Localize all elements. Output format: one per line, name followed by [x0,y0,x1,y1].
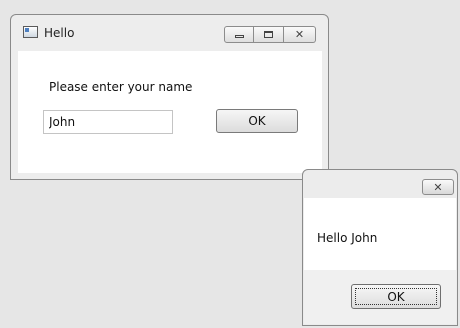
main-window-client-area: Please enter your name OK [18,51,322,173]
maximize-button[interactable] [254,26,284,43]
close-button[interactable]: ✕ [284,26,316,43]
main-window: Hello ✕ Please enter your name OK [10,14,329,180]
app-window-icon [23,26,38,38]
minimize-icon [235,35,244,38]
message-box-footer: OK [304,270,456,324]
close-icon: ✕ [294,28,305,41]
ok-button[interactable]: OK [216,109,298,133]
minimize-button[interactable] [224,26,254,43]
maximize-icon [264,31,273,38]
main-window-titlebar[interactable]: Hello ✕ [11,15,328,45]
message-box-window: ✕ Hello John OK [302,169,458,326]
main-window-title: Hello [44,26,75,40]
message-box-close-button[interactable]: ✕ [422,179,454,195]
name-prompt-label: Please enter your name [49,80,193,94]
message-box-ok-label: OK [355,288,437,305]
name-input[interactable] [43,110,173,134]
message-box-ok-button[interactable]: OK [351,284,441,309]
close-icon: ✕ [433,181,443,194]
message-box-content: Hello John [304,198,456,270]
message-text: Hello John [317,231,378,245]
